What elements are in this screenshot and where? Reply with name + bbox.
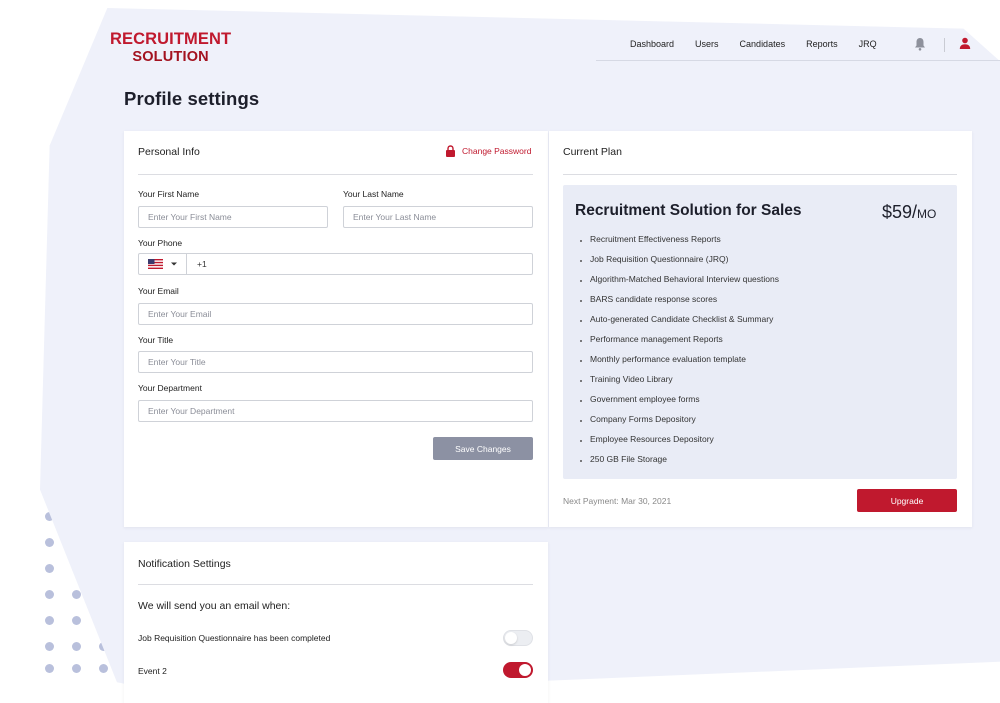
- notification-toggle-jrq-completed[interactable]: [503, 630, 533, 646]
- nav-item-users[interactable]: Users: [695, 39, 719, 49]
- list-item: 250 GB File Storage: [590, 454, 779, 474]
- title-input[interactable]: Enter Your Title: [138, 351, 533, 373]
- lock-icon: [446, 145, 455, 157]
- notification-label-event-2: Event 2: [138, 666, 167, 676]
- nav-item-reports[interactable]: Reports: [806, 39, 838, 49]
- top-nav: Dashboard Users Candidates Reports JRQ: [630, 39, 898, 49]
- nav-item-candidates[interactable]: Candidates: [740, 39, 786, 49]
- list-item: Monthly performance evaluation template: [590, 354, 779, 374]
- plan-price: $59/MO: [882, 202, 936, 223]
- phone-field[interactable]: +1: [138, 253, 533, 275]
- list-item: Job Requisition Questionnaire (JRQ): [590, 254, 779, 274]
- change-password-label: Change Password: [462, 146, 532, 156]
- email-input[interactable]: Enter Your Email: [138, 303, 533, 325]
- first-name-label: Your First Name: [138, 189, 200, 199]
- brand-logo-line1: RECRUITMENT: [110, 30, 232, 48]
- next-payment-text: Next Payment: Mar 30, 2021: [563, 496, 672, 506]
- page-title: Profile settings: [124, 88, 260, 109]
- us-flag-icon: [147, 259, 163, 269]
- list-item: Recruitment Effectiveness Reports: [590, 234, 779, 254]
- nav-underline: [596, 60, 1000, 61]
- brand-logo[interactable]: RECRUITMENT SOLUTION: [110, 31, 231, 64]
- plan-features-list: Recruitment Effectiveness Reports Job Re…: [590, 234, 779, 474]
- list-item: Training Video Library: [590, 374, 779, 394]
- list-item: BARS candidate response scores: [590, 294, 779, 314]
- country-code-select[interactable]: [139, 254, 187, 274]
- divider: [563, 174, 957, 175]
- list-item: Performance management Reports: [590, 334, 779, 354]
- plan-price-amount: $59/: [882, 202, 918, 222]
- brand-logo-line2: SOLUTION: [132, 48, 209, 65]
- upgrade-button[interactable]: Upgrade: [857, 489, 957, 512]
- change-password-link[interactable]: Change Password: [445, 145, 531, 157]
- list-item: Government employee forms: [590, 394, 779, 414]
- personal-info-panel: Personal Info Change Password Your First…: [124, 131, 548, 527]
- list-item: Auto-generated Candidate Checklist & Sum…: [590, 314, 779, 334]
- plan-card: Recruitment Solution for Sales $59/MO Re…: [563, 185, 957, 479]
- department-input[interactable]: Enter Your Department: [138, 400, 533, 422]
- nav-divider: [944, 38, 945, 52]
- phone-code[interactable]: +1: [187, 254, 207, 274]
- notification-settings-heading: Notification Settings: [138, 558, 231, 570]
- first-name-input[interactable]: Enter Your First Name: [138, 206, 328, 228]
- email-label: Your Email: [138, 286, 179, 296]
- notification-toggle-event-2[interactable]: [503, 662, 533, 678]
- last-name-label: Your Last Name: [343, 189, 404, 199]
- divider: [138, 584, 533, 585]
- save-changes-button[interactable]: Save Changes: [433, 437, 533, 460]
- list-item: Employee Resources Depository: [590, 434, 779, 454]
- department-label: Your Department: [138, 383, 202, 393]
- phone-label: Your Phone: [138, 238, 183, 248]
- notification-label-jrq-completed: Job Requisition Questionnaire has been c…: [138, 633, 331, 643]
- nav-item-jrq[interactable]: JRQ: [859, 39, 877, 49]
- divider: [138, 174, 533, 175]
- plan-price-period: MO: [917, 207, 937, 221]
- personal-info-heading: Personal Info: [138, 146, 200, 158]
- user-icon[interactable]: [959, 37, 971, 49]
- current-plan-panel: Current Plan Recruitment Solution for Sa…: [549, 131, 972, 527]
- current-plan-heading: Current Plan: [563, 146, 622, 158]
- list-item: Company Forms Depository: [590, 414, 779, 434]
- notification-settings-panel: Notification Settings We will send you a…: [124, 542, 548, 703]
- list-item: Algorithm-Matched Behavioral Interview q…: [590, 274, 779, 294]
- title-label: Your Title: [138, 335, 174, 345]
- nav-item-dashboard[interactable]: Dashboard: [630, 39, 674, 49]
- plan-name: Recruitment Solution for Sales: [575, 202, 802, 219]
- last-name-input[interactable]: Enter Your Last Name: [343, 206, 533, 228]
- bell-icon[interactable]: [914, 37, 926, 51]
- notification-intro: We will send you an email when:: [138, 600, 291, 612]
- chevron-down-icon: [170, 262, 177, 266]
